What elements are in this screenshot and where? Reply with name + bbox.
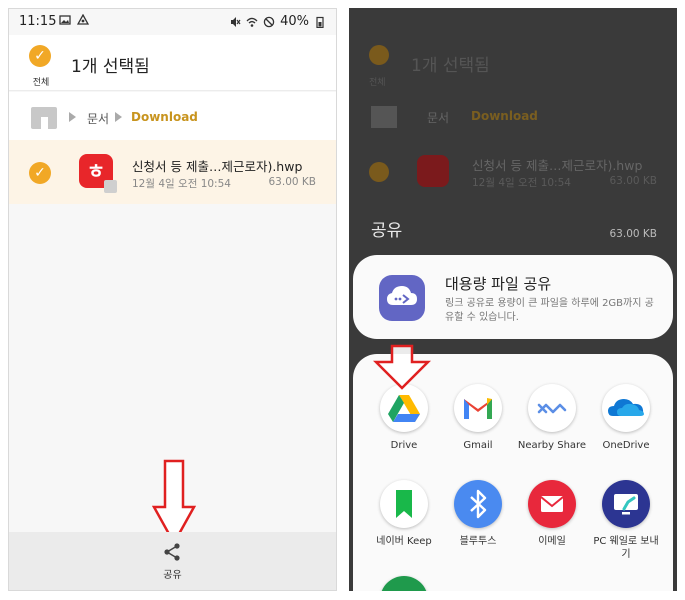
select-all-checkbox[interactable]: ✓ bbox=[29, 45, 51, 67]
file-date-dimmed: 12월 4일 오전 10:54 bbox=[472, 177, 571, 189]
share-app-label: Gmail bbox=[463, 440, 493, 451]
chat-app-icon bbox=[380, 576, 428, 591]
selection-bar: ✓ 전체 1개 선택됨 bbox=[9, 35, 336, 91]
file-list-item[interactable]: ✓ ㅎ 신청서 등 제출…제근로자).hwp 12월 4일 오전 10:54 6… bbox=[9, 140, 336, 204]
share-app-nearby-share[interactable]: Nearby Share bbox=[515, 384, 589, 452]
large-file-share-card[interactable]: 대용량 파일 공유 링크 공유로 용량이 큰 파일을 하루에 2GB까지 공유할… bbox=[353, 255, 673, 339]
screenshot-comparison: 11:15 40% ✓ 전체 1개 선택됨 문서 Download ✓ ㅎ 신청… bbox=[0, 0, 685, 600]
share-app-onedrive[interactable]: OneDrive bbox=[589, 384, 663, 452]
file-date: 12월 4일 오전 10:54 bbox=[132, 178, 231, 190]
bluetooth-icon bbox=[454, 480, 502, 528]
share-app-label: Nearby Share bbox=[517, 440, 587, 451]
share-app-label: Drive bbox=[390, 440, 418, 451]
file-manager-screen: 11:15 40% ✓ 전체 1개 선택됨 문서 Download ✓ ㅎ 신청… bbox=[8, 8, 337, 591]
breadcrumb-documents-dimmed: 문서 bbox=[427, 111, 450, 125]
gmail-icon bbox=[454, 384, 502, 432]
file-size: 63.00 KB bbox=[268, 176, 317, 188]
share-icon[interactable] bbox=[162, 542, 182, 562]
selection-count-title: 1개 선택됨 bbox=[71, 57, 150, 77]
bottom-action-bar: 공유 bbox=[9, 532, 336, 590]
chevron-right-icon bbox=[69, 112, 76, 122]
nearby-share-icon bbox=[528, 384, 576, 432]
share-sheet-file-size: 63.00 KB bbox=[609, 228, 658, 240]
mute-icon bbox=[231, 16, 241, 27]
breadcrumb-documents[interactable]: 문서 bbox=[87, 110, 109, 127]
whale-pc-icon bbox=[602, 480, 650, 528]
home-icon-dimmed bbox=[371, 106, 397, 128]
share-app-label: 블루투스 bbox=[459, 536, 497, 547]
share-app-label: OneDrive bbox=[602, 440, 650, 451]
notification-icons bbox=[59, 14, 89, 26]
large-file-share-icon bbox=[379, 275, 425, 321]
select-all-label: 전체 bbox=[32, 78, 50, 88]
share-app-whale-pc[interactable]: PC 웨일로 보내기 bbox=[589, 480, 663, 561]
share-app-label: 이메일 bbox=[538, 536, 566, 547]
do-not-disturb-icon bbox=[263, 16, 275, 27]
share-app-partial[interactable] bbox=[367, 576, 441, 591]
alert-icon bbox=[77, 14, 89, 25]
share-sheet-title: 공유 bbox=[371, 221, 403, 241]
large-file-share-description: 링크 공유로 용량이 큰 파일을 하루에 2GB까지 공유할 수 있습니다. bbox=[445, 298, 654, 323]
gallery-icon bbox=[59, 15, 71, 25]
share-app-drive[interactable]: Drive bbox=[367, 384, 441, 452]
email-icon bbox=[528, 480, 576, 528]
file-checkbox-dimmed bbox=[369, 162, 389, 182]
share-app-bluetooth[interactable]: 블루투스 bbox=[441, 480, 515, 548]
file-checkbox[interactable]: ✓ bbox=[29, 162, 51, 184]
google-drive-icon bbox=[380, 384, 428, 432]
share-app-naver-keep[interactable]: 네이버 Keep bbox=[367, 480, 441, 548]
wifi-icon bbox=[246, 17, 258, 27]
battery-icon bbox=[316, 16, 324, 28]
annotation-arrow-down bbox=[373, 344, 431, 390]
share-app-email[interactable]: 이메일 bbox=[515, 480, 589, 548]
file-name: 신청서 등 제출…제근로자).hwp bbox=[132, 159, 303, 174]
system-icons: 40% bbox=[229, 14, 326, 29]
breadcrumb-download[interactable]: Download bbox=[131, 110, 198, 124]
share-app-gmail[interactable]: Gmail bbox=[441, 384, 515, 452]
share-sheet-screen: 전체 1개 선택됨 문서 Download 신청서 등 제출…제근로자).hwp… bbox=[349, 8, 677, 591]
status-time: 11:15 bbox=[19, 14, 57, 29]
home-icon[interactable] bbox=[31, 107, 57, 129]
naver-keep-icon bbox=[380, 480, 428, 528]
share-button-label[interactable]: 공유 bbox=[9, 566, 336, 581]
large-file-share-title: 대용량 파일 공유 bbox=[445, 275, 552, 293]
share-app-label: 네이버 Keep bbox=[376, 536, 432, 547]
share-app-label: PC 웨일로 보내기 bbox=[593, 536, 659, 560]
select-all-checkbox-dimmed bbox=[369, 45, 389, 65]
breadcrumb: 문서 Download bbox=[9, 92, 336, 140]
file-name-dimmed: 신청서 등 제출…제근로자).hwp bbox=[472, 158, 643, 173]
breadcrumb-download-dimmed: Download bbox=[471, 109, 538, 123]
status-bar: 11:15 40% bbox=[9, 9, 336, 35]
select-all-label-dimmed: 전체 bbox=[369, 78, 386, 88]
battery-percent: 40% bbox=[280, 14, 309, 29]
onedrive-icon bbox=[602, 384, 650, 432]
file-size-dimmed: 63.00 KB bbox=[609, 175, 658, 187]
selection-title-dimmed: 1개 선택됨 bbox=[411, 56, 490, 76]
shortcut-badge-icon bbox=[104, 180, 117, 193]
hwp-file-icon-dimmed bbox=[417, 155, 449, 187]
chevron-right-icon bbox=[115, 112, 122, 122]
